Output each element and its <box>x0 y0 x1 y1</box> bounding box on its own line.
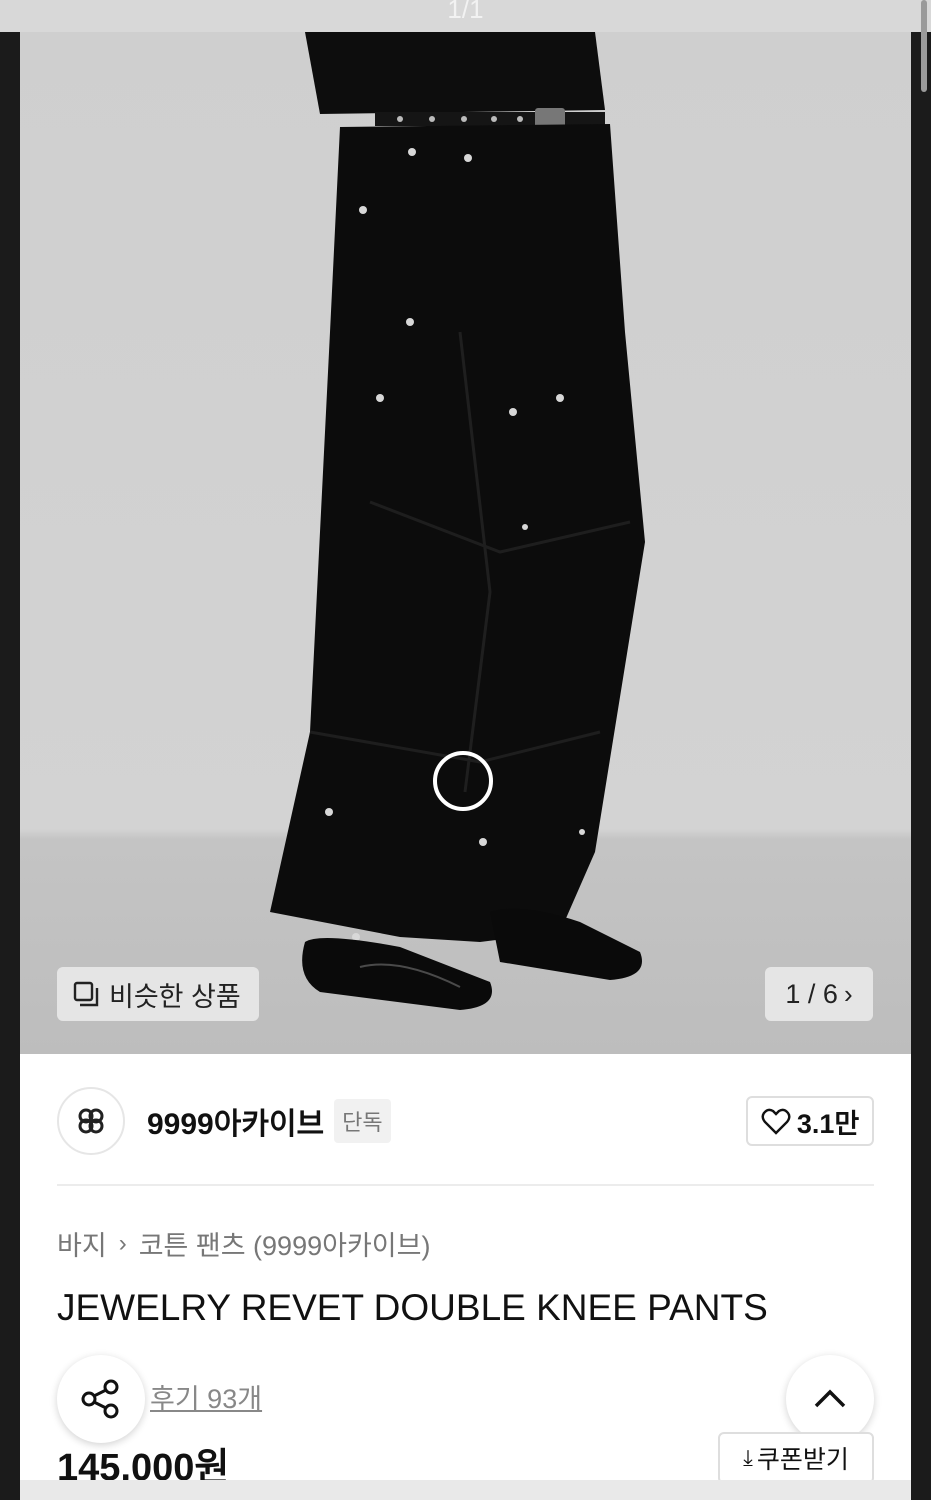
image-counter: 1/1 <box>0 0 931 32</box>
like-button[interactable]: 3.1만 <box>746 1096 874 1146</box>
like-count: 3.1만 <box>796 1108 860 1139</box>
share-button[interactable] <box>57 1355 145 1443</box>
brand-logo[interactable] <box>57 1087 125 1155</box>
product-detail-screen: 비슷한 상품 1 / 6 › 9999아카이브 단독 3.1만 바지 › 코튼 … <box>20 32 911 1500</box>
scroll-top-button[interactable] <box>786 1355 874 1443</box>
reviews-link[interactable]: 후기 93개 <box>150 1377 262 1416</box>
coupon-button[interactable]: ⤓ 쿠폰받기 <box>718 1432 874 1484</box>
pants-photo <box>270 32 645 1010</box>
chevron-right-icon: › <box>843 978 853 1009</box>
exclusive-badge: 단독 <box>334 1099 391 1143</box>
share-icon <box>81 1379 119 1419</box>
similar-products-button[interactable]: 비슷한 상품 <box>57 967 259 1021</box>
brand-name[interactable]: 9999아카이브 <box>147 1099 324 1143</box>
product-title: JEWELRY REVET DOUBLE KNEE PANTS <box>57 1287 768 1328</box>
breadcrumb-category[interactable]: 바지 <box>57 1224 107 1263</box>
breadcrumb-subcategory[interactable]: 코튼 팬츠 (9999아카이브) <box>139 1224 431 1263</box>
image-pager-button[interactable]: 1 / 6 › <box>765 967 873 1021</box>
similar-products-label: 비슷한 상품 <box>109 981 241 1012</box>
image-pager-text: 1 / 6 <box>785 978 838 1009</box>
scrollbar[interactable] <box>921 0 927 92</box>
download-icon: ⤓ <box>743 1445 753 1470</box>
chevron-up-icon <box>814 1389 846 1408</box>
similar-products-icon <box>73 981 99 1007</box>
coupon-label: 쿠폰받기 <box>756 1446 849 1474</box>
breadcrumb: 바지 › 코튼 팬츠 (9999아카이브) <box>57 1224 430 1263</box>
product-image[interactable]: 비슷한 상품 1 / 6 › <box>20 32 911 1054</box>
loading-ring-icon <box>433 751 493 811</box>
brand-logo-icon <box>78 1108 104 1134</box>
bottom-strip <box>20 1480 911 1500</box>
divider <box>57 1184 874 1186</box>
brand-row: 9999아카이브 단독 3.1만 <box>57 1082 874 1160</box>
heart-icon <box>761 1108 791 1135</box>
chevron-right-icon: › <box>118 1229 127 1257</box>
